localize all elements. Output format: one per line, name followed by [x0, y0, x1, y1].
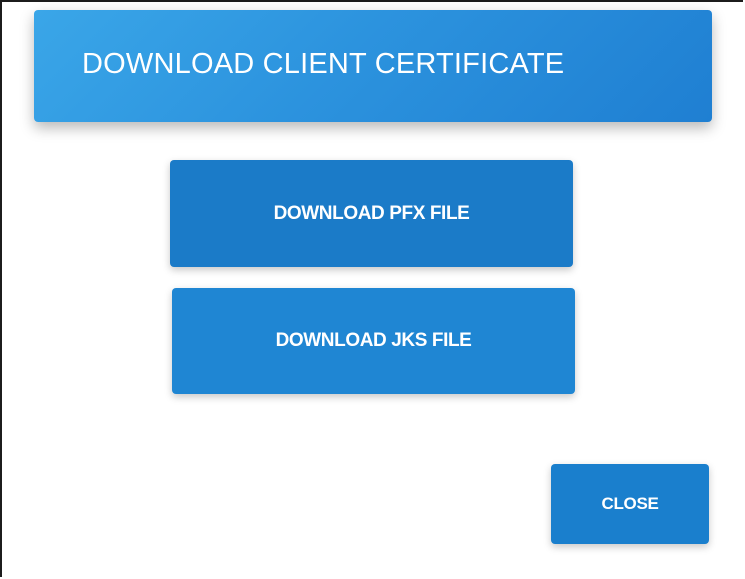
close-label: CLOSE [601, 494, 659, 513]
download-certificate-dialog: DOWNLOAD CLIENT CERTIFICATE DOWNLOAD PFX… [0, 0, 743, 577]
download-pfx-button[interactable]: DOWNLOAD PFX FILE [170, 160, 573, 267]
download-pfx-label: DOWNLOAD PFX FILE [273, 202, 470, 224]
download-jks-button[interactable]: DOWNLOAD JKS FILE [172, 288, 575, 394]
download-jks-label: DOWNLOAD JKS FILE [275, 330, 472, 351]
dialog-title: DOWNLOAD CLIENT CERTIFICATE [82, 48, 565, 80]
dialog-header: DOWNLOAD CLIENT CERTIFICATE [34, 10, 712, 122]
close-button[interactable]: CLOSE [551, 464, 709, 544]
